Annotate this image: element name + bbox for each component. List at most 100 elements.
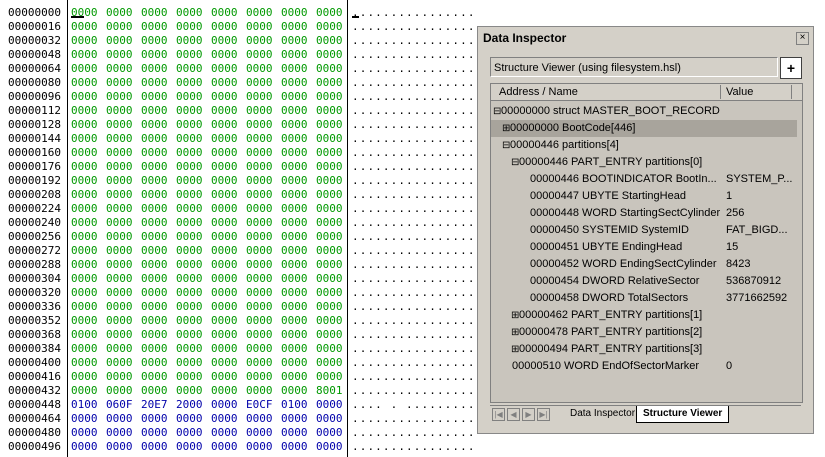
hex-word[interactable]: 0000 bbox=[281, 48, 316, 62]
hex-word[interactable]: 0000 bbox=[176, 76, 211, 90]
hex-word[interactable]: 0000 bbox=[246, 104, 281, 118]
hex-word[interactable]: 0000 bbox=[246, 76, 281, 90]
hex-word[interactable]: 0000 bbox=[211, 230, 246, 244]
hex-word[interactable]: 0000 bbox=[211, 146, 246, 160]
tree-node[interactable]: 00000447 UBYTE StartingHead bbox=[530, 188, 723, 205]
hex-ascii[interactable]: .... . ......... bbox=[352, 398, 476, 412]
hex-word[interactable]: 0000 bbox=[281, 412, 316, 426]
hex-word[interactable]: 0000 bbox=[316, 48, 351, 62]
hex-word[interactable]: 0000 bbox=[246, 132, 281, 146]
hex-word[interactable]: 0000 bbox=[106, 230, 141, 244]
hex-word[interactable]: 0000 bbox=[281, 160, 316, 174]
hex-word[interactable]: 0000 bbox=[71, 132, 106, 146]
hex-word[interactable]: 0000 bbox=[211, 202, 246, 216]
hex-word[interactable]: 0000 bbox=[176, 328, 211, 342]
tree-row[interactable]: ⊞00000462 PART_ENTRY partitions[1] bbox=[491, 307, 797, 324]
hex-word[interactable]: 0000 bbox=[141, 272, 176, 286]
tree-row[interactable]: 00000448 WORD StartingSectCylinder 256 bbox=[491, 205, 797, 222]
hex-word[interactable]: 0000 bbox=[106, 328, 141, 342]
tree-node[interactable]: 00000510 WORD EndOfSectorMarker bbox=[512, 358, 723, 375]
hex-word[interactable]: 0000 bbox=[141, 132, 176, 146]
hex-ascii[interactable]: ................ bbox=[352, 244, 476, 258]
hex-words[interactable]: 0000 0000 0000 0000 0000 0000 0000 0000 bbox=[71, 356, 351, 370]
expand-icon[interactable]: ⊞ bbox=[502, 120, 510, 137]
tree-node[interactable]: 00000451 UBYTE EndingHead bbox=[530, 239, 723, 256]
hex-word[interactable]: 0000 bbox=[106, 132, 141, 146]
tree-row[interactable]: 00000446 BOOTINDICATOR BootIn... SYSTEM_P… bbox=[491, 171, 797, 188]
hex-word[interactable]: 0000 bbox=[141, 202, 176, 216]
tree-row[interactable]: 00000452 WORD EndingSectCylinder 8423 bbox=[491, 256, 797, 273]
hex-word[interactable]: 0000 bbox=[141, 286, 176, 300]
hex-word[interactable]: 0000 bbox=[316, 272, 351, 286]
hex-word[interactable]: 0000 bbox=[281, 286, 316, 300]
expand-icon[interactable]: ⊞ bbox=[511, 341, 519, 358]
tree-row[interactable]: ⊞00000494 PART_ENTRY partitions[3] bbox=[491, 341, 797, 358]
hex-word[interactable]: 0000 bbox=[141, 440, 176, 454]
hex-word[interactable]: 0000 bbox=[176, 244, 211, 258]
hex-word[interactable]: 0000 bbox=[176, 216, 211, 230]
expand-icon[interactable]: ⊞ bbox=[511, 307, 519, 324]
hex-word[interactable]: 0000 bbox=[281, 370, 316, 384]
hex-word[interactable]: 0000 bbox=[106, 314, 141, 328]
hex-word[interactable]: 0000 bbox=[281, 272, 316, 286]
tree-row[interactable]: 00000510 WORD EndOfSectorMarker 0 bbox=[491, 358, 797, 375]
hex-word[interactable]: 0000 bbox=[141, 328, 176, 342]
hex-word[interactable]: 0000 bbox=[71, 90, 106, 104]
tree-row[interactable]: 00000447 UBYTE StartingHead 1 bbox=[491, 188, 797, 205]
hex-word[interactable]: 0000 bbox=[211, 118, 246, 132]
hex-word[interactable]: 0000 bbox=[316, 440, 351, 454]
tree-row[interactable]: 00000458 DWORD TotalSectors 3771662592 bbox=[491, 290, 797, 307]
hex-ascii[interactable]: ................ bbox=[352, 440, 476, 454]
hex-word[interactable]: 0000 bbox=[106, 342, 141, 356]
hex-word[interactable]: 0000 bbox=[141, 34, 176, 48]
hex-word[interactable]: 0000 bbox=[246, 20, 281, 34]
hex-word[interactable]: 0000 bbox=[316, 160, 351, 174]
hex-word[interactable]: 0000 bbox=[281, 300, 316, 314]
hex-word[interactable]: 0000 bbox=[106, 6, 141, 20]
hex-word[interactable]: 0000 bbox=[176, 160, 211, 174]
hex-word[interactable]: 0000 bbox=[176, 356, 211, 370]
hex-word[interactable]: 0000 bbox=[246, 118, 281, 132]
hex-word[interactable]: 0000 bbox=[246, 426, 281, 440]
hex-word[interactable]: 0000 bbox=[316, 34, 351, 48]
hex-word[interactable]: 0000 bbox=[71, 146, 106, 160]
hex-ascii[interactable]: ................ bbox=[352, 230, 476, 244]
hex-word[interactable]: 0000 bbox=[141, 104, 176, 118]
hex-word[interactable]: 0000 bbox=[281, 62, 316, 76]
hex-word[interactable]: 0000 bbox=[141, 300, 176, 314]
hex-word[interactable]: 0000 bbox=[176, 146, 211, 160]
tree-row[interactable]: ⊟00000446 PART_ENTRY partitions[0] bbox=[491, 154, 797, 171]
hex-word[interactable]: 0000 bbox=[211, 314, 246, 328]
hex-word[interactable]: 0000 bbox=[211, 356, 246, 370]
hex-word[interactable]: 0000 bbox=[176, 314, 211, 328]
hex-word[interactable]: 0000 bbox=[176, 174, 211, 188]
hex-word[interactable]: 0000 bbox=[176, 384, 211, 398]
hex-word[interactable]: 0000 bbox=[176, 34, 211, 48]
hex-word[interactable]: 0000 bbox=[106, 370, 141, 384]
hex-word[interactable]: 0100 bbox=[71, 398, 106, 412]
hex-words[interactable]: 0100 060F 20E7 2000 0000 E0CF 0100 0000 bbox=[71, 398, 351, 412]
hex-words[interactable]: 0000 0000 0000 0000 0000 0000 0000 0000 bbox=[71, 216, 351, 230]
hex-word[interactable]: 0000 bbox=[211, 272, 246, 286]
hex-word[interactable]: 0000 bbox=[281, 328, 316, 342]
hex-words[interactable]: 0000 0000 0000 0000 0000 0000 0000 0000 bbox=[71, 48, 351, 62]
hex-word[interactable]: 0000 bbox=[281, 34, 316, 48]
hex-word[interactable]: 0000 bbox=[141, 48, 176, 62]
hex-word[interactable]: 0000 bbox=[246, 356, 281, 370]
hex-word[interactable]: 0000 bbox=[176, 286, 211, 300]
hex-word[interactable]: 0000 bbox=[71, 356, 106, 370]
hex-word[interactable]: 0000 bbox=[176, 132, 211, 146]
hex-word[interactable]: 0000 bbox=[106, 356, 141, 370]
hex-words[interactable]: 0000 0000 0000 0000 0000 0000 0000 0000 bbox=[71, 202, 351, 216]
hex-words[interactable]: 0000 0000 0000 0000 0000 0000 0000 0000 bbox=[71, 160, 351, 174]
hex-word[interactable]: 0000 bbox=[316, 230, 351, 244]
hex-word[interactable]: 0000 bbox=[316, 426, 351, 440]
hex-words[interactable]: 0000 0000 0000 0000 0000 0000 0000 0000 bbox=[71, 342, 351, 356]
hex-word[interactable]: 0000 bbox=[316, 188, 351, 202]
hex-word[interactable]: 0000 bbox=[246, 440, 281, 454]
hex-word[interactable]: 0000 bbox=[316, 132, 351, 146]
hex-word[interactable]: 0000 bbox=[211, 328, 246, 342]
hex-word[interactable]: 0000 bbox=[106, 258, 141, 272]
hex-word[interactable]: 0000 bbox=[141, 160, 176, 174]
hex-word[interactable]: 0000 bbox=[106, 412, 141, 426]
